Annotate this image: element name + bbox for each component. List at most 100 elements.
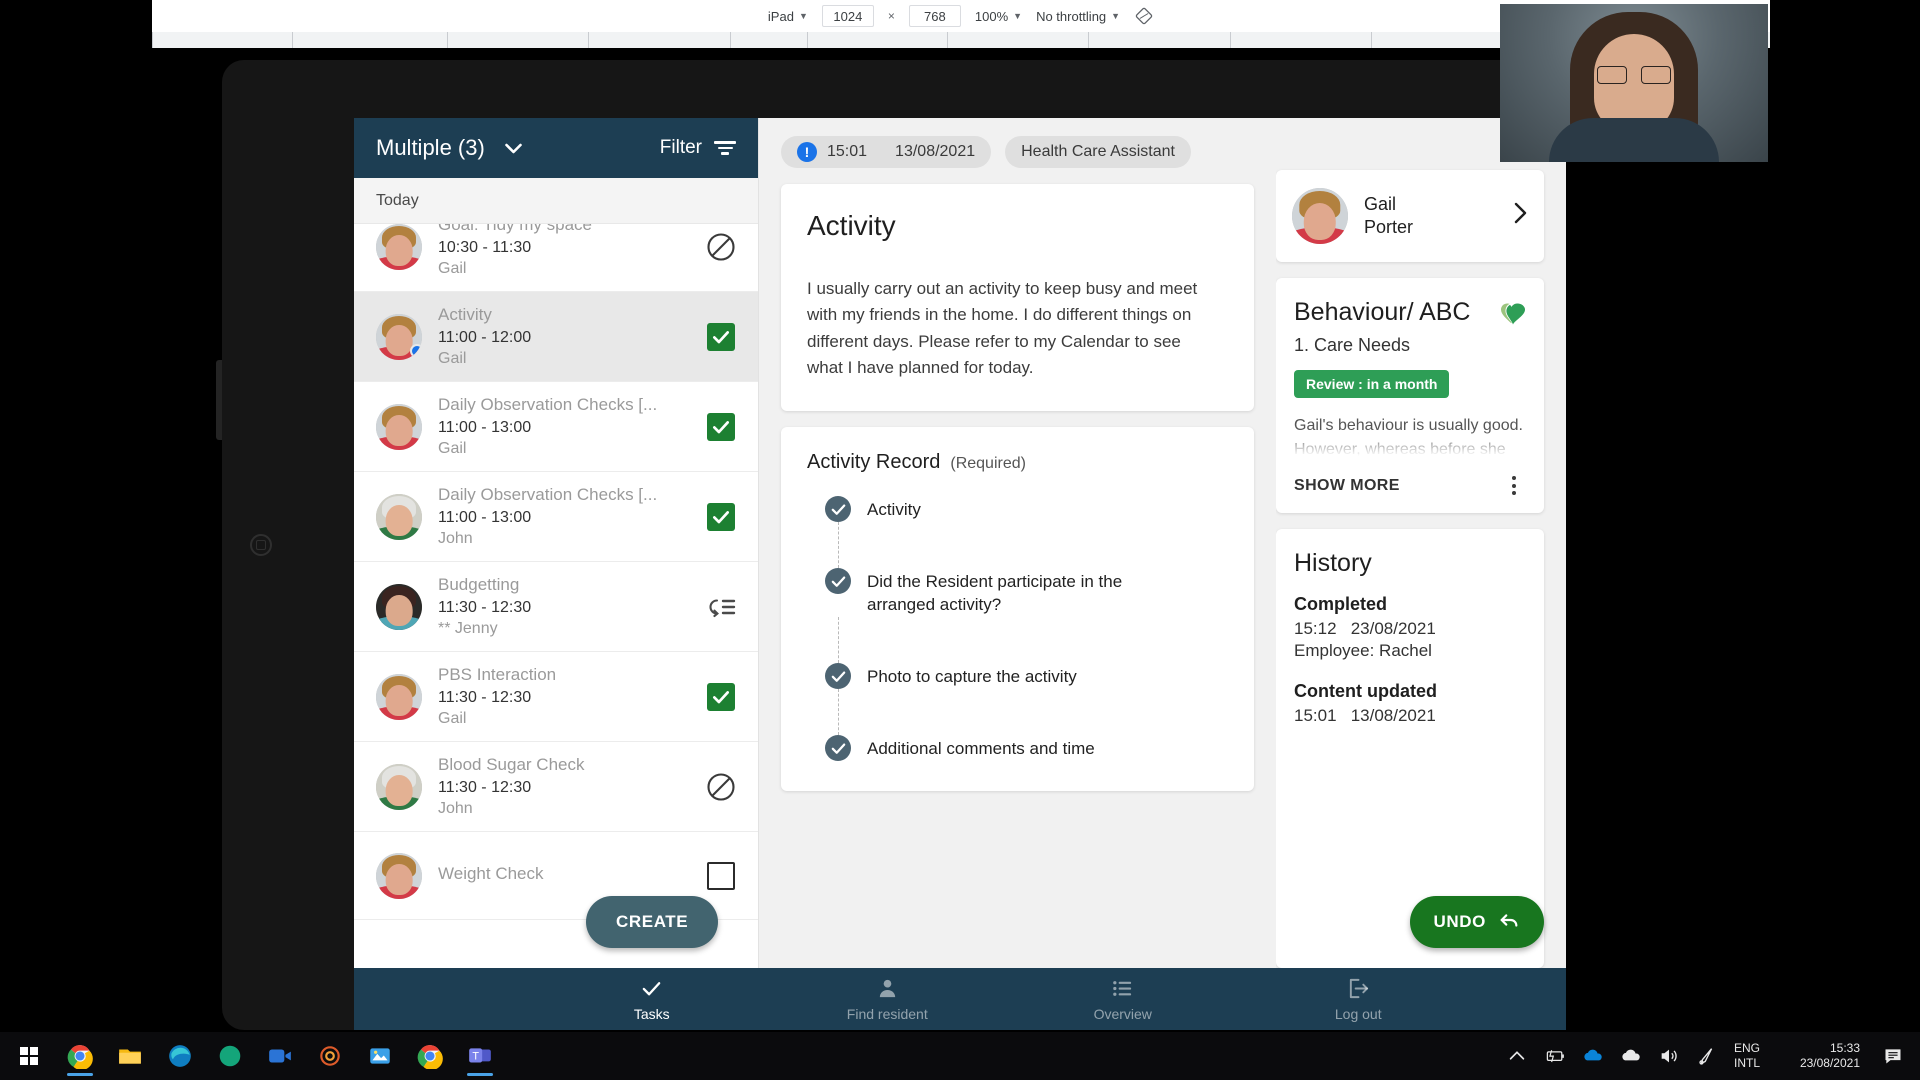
role-chip-label: Health Care Assistant [1021, 143, 1175, 160]
history-entry-list: Completed 15:12 23/08/2021 Employee: Rache… [1294, 594, 1526, 726]
activity-card-body: I usually carry out an activity to keep … [807, 279, 1198, 378]
show-more-button[interactable]: SHOW MORE [1294, 477, 1400, 495]
edge-taskbar-icon[interactable] [158, 1034, 202, 1078]
teams-taskbar-icon[interactable]: T [458, 1034, 502, 1078]
battery-charging-icon[interactable] [1544, 1045, 1566, 1067]
behaviour-card-subtitle: 1. Care Needs [1294, 335, 1411, 355]
check-icon [640, 977, 663, 1001]
history-entry-heading: Content updated [1294, 681, 1437, 701]
record-step[interactable]: Photo to capture the activity [825, 663, 1228, 690]
nav-item-label: Tasks [633, 1005, 670, 1022]
nav-item-find-resident[interactable]: Find resident [839, 977, 935, 1022]
throttling-selector[interactable]: No throttling ▼ [1036, 9, 1120, 24]
device-selector[interactable]: iPad ▼ [768, 9, 808, 24]
chevron-down-icon: ▼ [1013, 11, 1023, 21]
nav-item-label: Find resident [846, 1005, 928, 1022]
task-row[interactable]: Goal: Tidy my space 10:30 - 11:30 Gail [354, 224, 758, 292]
chevron-right-icon[interactable] [1514, 202, 1528, 230]
notifications-icon[interactable] [1876, 1032, 1910, 1080]
check-green-icon[interactable] [704, 500, 738, 534]
task-name: Weight Check [438, 863, 544, 883]
record-step[interactable]: Did the Resident participate in the arra… [825, 568, 1228, 617]
photos-taskbar-icon[interactable] [358, 1034, 402, 1078]
check-green-icon[interactable] [704, 680, 738, 714]
chevron-down-icon: ▼ [798, 11, 808, 21]
avatar [376, 583, 422, 630]
resident-info-column: Gail Porter Behaviour/ ABC 1. Care Needs… [1276, 118, 1566, 968]
resident-card[interactable]: Gail Porter [1276, 170, 1544, 262]
task-person: Gail [438, 440, 467, 457]
create-button[interactable]: CREATE [586, 896, 719, 948]
language-indicator[interactable]: ENG INTL [1734, 1041, 1760, 1071]
taskbar-app-list[interactable]: T [58, 1034, 502, 1078]
nav-item-tasks[interactable]: Tasks [604, 977, 700, 1022]
step-label: Activity [867, 500, 921, 520]
clock[interactable]: 15:33 23/08/2021 [1776, 1041, 1860, 1071]
task-row[interactable]: Budgetting 11:30 - 12:30 ** Jenny [354, 562, 758, 652]
file-explorer-taskbar-icon[interactable] [108, 1034, 152, 1078]
language-line-2: INTL [1733, 1056, 1760, 1070]
behaviour-text-line-2: However, whereas before she would [1294, 441, 1506, 456]
avatar [376, 673, 422, 720]
checkbox-empty-icon[interactable] [704, 859, 738, 893]
onedrive-blue-icon[interactable] [1582, 1045, 1604, 1067]
step-check-icon [825, 663, 851, 690]
rotate-device-icon[interactable] [1134, 6, 1154, 26]
task-time: 11:00 - 12:00 [438, 329, 532, 346]
step-connector [837, 617, 1229, 664]
nav-item-log-out[interactable]: Log out [1310, 977, 1406, 1022]
viewport-width-input[interactable]: 1024 [821, 5, 874, 27]
step-check-icon [825, 568, 851, 595]
block-icon[interactable] [704, 230, 738, 264]
onedrive-white-icon[interactable] [1620, 1045, 1642, 1067]
task-row[interactable]: Daily Observation Checks [... 11:00 - 13:… [354, 382, 758, 472]
task-text: Daily Observation Checks [... 11:00 - 13:… [438, 485, 688, 548]
nav-item-overview[interactable]: Overview [1075, 977, 1171, 1022]
history-entry: Completed 15:12 23/08/2021 Employee: Rache… [1294, 594, 1526, 661]
volume-icon[interactable] [1658, 1045, 1680, 1067]
task-time: 11:30 - 12:30 [438, 689, 532, 706]
filter-icon [714, 141, 736, 155]
task-name: Activity [438, 305, 492, 324]
behaviour-card: Behaviour/ ABC 1. Care Needs Review : in… [1276, 278, 1544, 513]
show-hidden-icons-icon[interactable] [1506, 1045, 1528, 1067]
block-icon[interactable] [704, 770, 738, 804]
task-list[interactable]: Goal: Tidy my space 10:30 - 11:30 Gail Acti… [354, 224, 758, 968]
chrome2-taskbar-icon[interactable] [408, 1034, 452, 1078]
record-step[interactable]: Activity [825, 496, 1228, 523]
video-call-taskbar-icon[interactable] [258, 1034, 302, 1078]
nav-item-label: Log out [1334, 1005, 1382, 1022]
step-label: Additional comments and time [867, 739, 1095, 759]
step-connector [837, 689, 1229, 736]
chip-date: 13/08/2021 [895, 143, 976, 160]
step-check-icon [825, 735, 851, 762]
windows-start-icon[interactable] [0, 1047, 58, 1065]
chrome-taskbar-icon[interactable] [58, 1034, 102, 1078]
bottom-navigation[interactable]: Tasks Find resident Overview Log out [354, 968, 1566, 1030]
task-row[interactable]: PBS Interaction 11:30 - 12:30 Gail [354, 652, 758, 742]
review-status-badge: Review : in a month [1294, 370, 1450, 398]
task-row[interactable]: Daily Observation Checks [... 11:00 - 13:… [354, 472, 758, 562]
viewport-height-input[interactable]: 768 [908, 5, 961, 27]
check-green-icon[interactable] [704, 410, 738, 444]
language-line-1: ENG [1733, 1041, 1760, 1055]
resident-selector[interactable]: Multiple (3) [376, 135, 522, 161]
undo-arrow-icon [1498, 909, 1520, 936]
zoom-selector[interactable]: 100% ▼ [975, 9, 1022, 24]
task-name: Blood Sugar Check [438, 755, 585, 774]
record-step[interactable]: Additional comments and time [825, 735, 1228, 762]
repeat-list-icon[interactable] [704, 590, 738, 624]
activity-record-card: Activity Record (Required) Activity Did t… [781, 427, 1254, 792]
kebab-menu-icon[interactable] [1502, 470, 1526, 501]
filter-button[interactable]: Filter [660, 137, 736, 159]
circle-green-taskbar-icon[interactable] [208, 1034, 252, 1078]
task-row[interactable]: Blood Sugar Check 11:30 - 12:30 John [354, 742, 758, 832]
task-row[interactable]: Activity 11:00 - 12:00 Gail [354, 292, 758, 382]
task-name: PBS Interaction [438, 665, 557, 684]
task-name: Budgetting [438, 575, 520, 594]
check-green-icon[interactable] [704, 320, 738, 354]
chip-time: 15:01 [827, 143, 868, 160]
pen-icon[interactable] [1696, 1045, 1718, 1067]
spiral-taskbar-icon[interactable] [308, 1034, 352, 1078]
undo-button[interactable]: UNDO [1409, 896, 1544, 948]
